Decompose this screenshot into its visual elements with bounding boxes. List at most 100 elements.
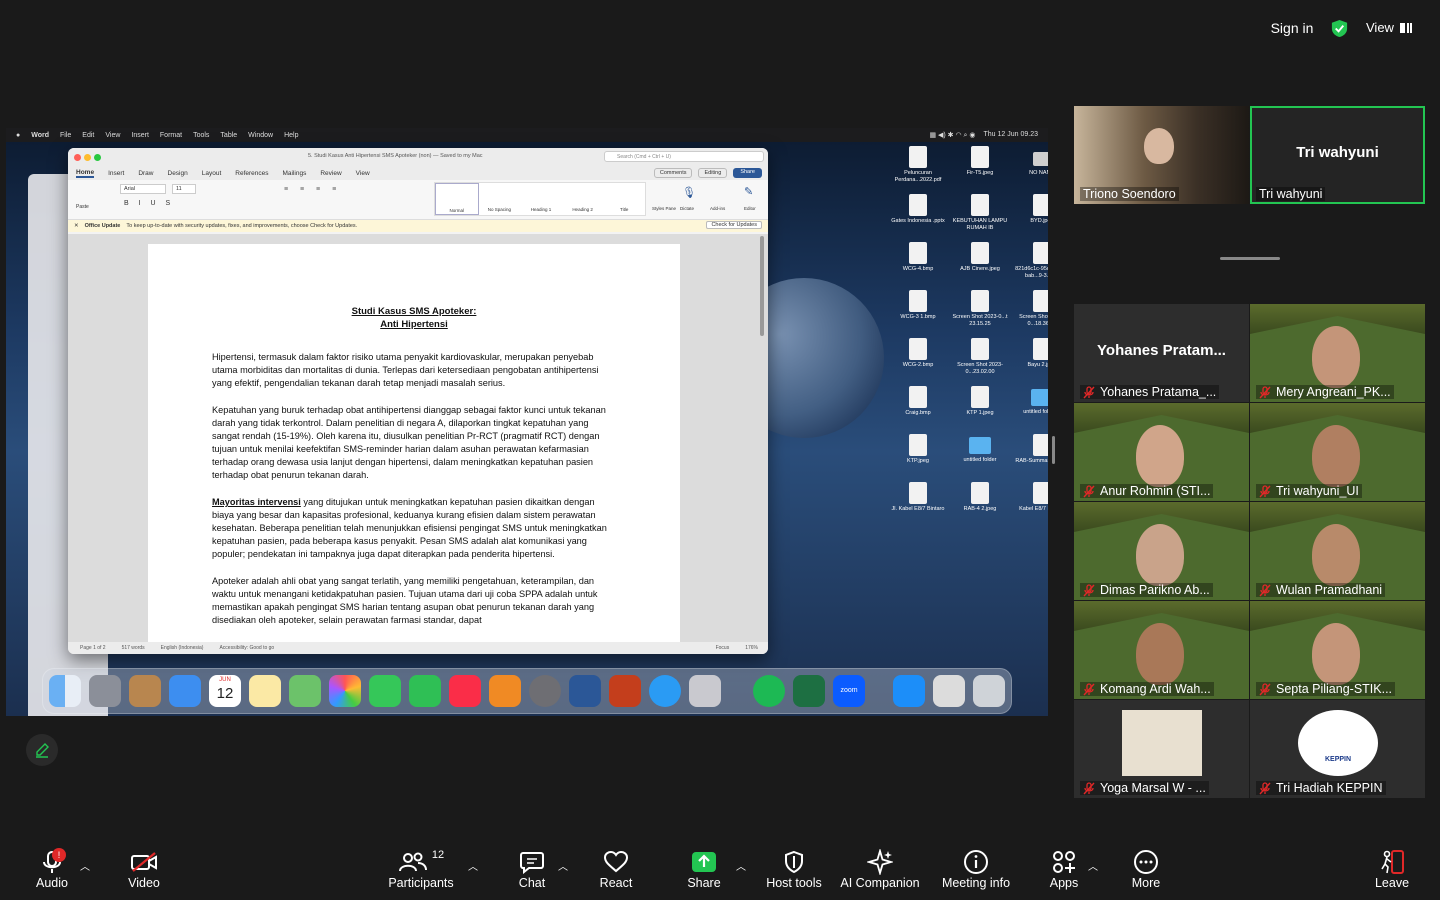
photos-icon[interactable] (329, 675, 361, 707)
mac-menu-tools[interactable]: Tools (193, 132, 209, 139)
desktop-file-icon[interactable]: Screen Shot 2023-0...t 23.15.25 (952, 290, 1008, 328)
participant-tile[interactable]: Tri wahyuni_UI (1250, 403, 1425, 501)
desktop-file-icon[interactable]: RAB-4 2.jpeg (952, 482, 1008, 513)
participant-tile[interactable]: Komang Ardi Wah... (1074, 601, 1249, 699)
desktop-file-icon[interactable]: KEBUTUHAN LAMPU RUMAH IB (952, 194, 1008, 232)
desktop-file-icon[interactable]: RAB-Summary 3.jpeg (1014, 434, 1048, 465)
participant-tile[interactable]: Wulan Pramadhani (1250, 502, 1425, 600)
messages-icon[interactable] (369, 675, 401, 707)
gallery-divider-handle[interactable] (1220, 257, 1280, 260)
desktop-file-icon[interactable]: Screen Shot 2023-0...23.02.00 (952, 338, 1008, 376)
calendar-icon[interactable]: JUN 12 (209, 675, 241, 707)
participants-button[interactable]: 12 Participants (384, 848, 458, 896)
desktop-file-icon[interactable]: NO NAME (1014, 146, 1048, 177)
mac-menu-help[interactable]: Help (284, 132, 298, 139)
zoom-dock-icon[interactable]: zoom (833, 675, 865, 707)
font-name-select[interactable]: Arial (120, 184, 166, 194)
participant-tile[interactable]: Mery Angreani_PK... (1250, 304, 1425, 402)
audio-options-caret[interactable]: ︿ (80, 858, 90, 873)
dictate-button[interactable]: Dictate (680, 206, 694, 211)
notes-icon[interactable] (249, 675, 281, 707)
tab-insert[interactable]: Insert (108, 170, 124, 177)
downloads-stack-icon[interactable] (933, 675, 965, 707)
tab-home[interactable]: Home (76, 169, 95, 178)
launchpad-icon[interactable] (89, 675, 121, 707)
app-store-icon[interactable] (893, 675, 925, 707)
desktop-file-icon[interactable]: WCG-2.bmp (890, 338, 946, 369)
share-options-caret[interactable]: ︿ (736, 858, 746, 873)
tab-design[interactable]: Design (168, 170, 188, 177)
tab-mailings[interactable]: Mailings (283, 170, 307, 177)
desktop-file-icon[interactable]: Screen Shot 2024-0...18.36.55 (1014, 290, 1048, 328)
font-size-select[interactable]: 11 (172, 184, 196, 194)
panel-resize-handle[interactable] (1052, 436, 1055, 464)
safari-icon[interactable] (649, 675, 681, 707)
style-title[interactable]: Title (603, 183, 645, 215)
desktop-file-icon[interactable]: untitled folder 2 (1014, 386, 1048, 416)
finder-icon[interactable] (49, 675, 81, 707)
close-notice-icon[interactable]: ✕ (74, 223, 79, 229)
video-button[interactable]: Video (122, 848, 166, 896)
check-for-updates-button[interactable]: Check for Updates (706, 221, 762, 229)
annotate-button[interactable] (26, 734, 58, 766)
react-button[interactable]: React (594, 848, 638, 896)
participant-tile[interactable]: Triono Soendoro (1074, 106, 1249, 204)
participant-tile[interactable]: Tri wahyuni Tri wahyuni (1250, 106, 1425, 204)
desktop-file-icon[interactable]: Gates Indonesia .pptx (890, 194, 946, 225)
mac-app-name[interactable]: Word (31, 132, 49, 139)
participant-tile[interactable]: Dimas Parikno Ab... (1074, 502, 1249, 600)
desktop-file-icon[interactable]: 821d6c1c-95d8-4540-bab...9-3.JPG (1014, 242, 1048, 280)
share-doc-button[interactable]: Share (733, 168, 762, 178)
security-shield-icon[interactable] (1330, 19, 1349, 38)
mac-menu-edit[interactable]: Edit (82, 132, 94, 139)
paragraph-buttons[interactable]: ≡ ≡ ≡ ≡ (284, 186, 341, 193)
mac-menu-view[interactable]: View (105, 132, 120, 139)
participant-tile[interactable]: Yohanes Pratam... Yohanes Pratama_... (1074, 304, 1249, 402)
tab-view[interactable]: View (356, 170, 370, 177)
desktop-file-icon[interactable]: Bayu 2.jpeg (1014, 338, 1048, 369)
tab-layout[interactable]: Layout (202, 170, 222, 177)
mac-menu-insert[interactable]: Insert (131, 132, 149, 139)
tab-references[interactable]: References (235, 170, 268, 177)
more-button[interactable]: More (1124, 848, 1168, 896)
host-tools-button[interactable]: Host tools (764, 848, 824, 896)
desktop-file-icon[interactable]: untitled folder (952, 434, 1008, 464)
chat-button[interactable]: Chat (510, 848, 554, 896)
desktop-file-icon[interactable]: Jl. Kabel E8/7 Bintaro (890, 482, 946, 513)
word-dock-icon[interactable] (569, 675, 601, 707)
facetime-icon[interactable] (409, 675, 441, 707)
word-search-input[interactable]: Search (Cmd + Ctrl + U) (604, 151, 764, 162)
tab-draw[interactable]: Draw (138, 170, 153, 177)
participant-tile[interactable]: KEPPIN Tri Hadiah KEPPIN (1250, 700, 1425, 798)
mac-menu-format[interactable]: Format (160, 132, 182, 139)
contacts-icon[interactable] (129, 675, 161, 707)
spotify-icon[interactable] (753, 675, 785, 707)
paste-button[interactable]: Paste (76, 204, 89, 210)
style-no-spacing[interactable]: No Spacing (479, 183, 521, 215)
meeting-info-button[interactable]: Meeting info (938, 848, 1014, 896)
add-ins-button[interactable]: Add-ins (710, 206, 725, 211)
desktop-file-icon[interactable]: KTP.jpeg (890, 434, 946, 465)
style-heading-2[interactable]: Heading 2 (562, 183, 604, 215)
chat-options-caret[interactable]: ︿ (558, 858, 568, 873)
style-heading-1[interactable]: Heading 1 (520, 183, 562, 215)
mac-menu-file[interactable]: File (60, 132, 71, 139)
music-icon[interactable] (449, 675, 481, 707)
participants-options-caret[interactable]: ︿ (468, 858, 478, 873)
participant-tile[interactable]: Septa Piliang-STIK... (1250, 601, 1425, 699)
participant-tile[interactable]: Yoga Marsal W - ... (1074, 700, 1249, 798)
style-normal[interactable]: Normal (435, 183, 479, 215)
minimize-window-icon[interactable] (84, 154, 91, 161)
editing-button[interactable]: Editing (698, 168, 728, 178)
ai-companion-button[interactable]: AI Companion (838, 848, 922, 896)
share-screen-button[interactable]: Share (682, 848, 726, 896)
books-icon[interactable] (489, 675, 521, 707)
document-page[interactable]: Studi Kasus SMS Apoteker: Anti Hipertens… (148, 244, 680, 654)
desktop-file-icon[interactable]: WCG-3 1.bmp (890, 290, 946, 321)
tab-review[interactable]: Review (320, 170, 341, 177)
mac-menu-window[interactable]: Window (248, 132, 273, 139)
desktop-file-icon[interactable]: BYD.jpeg (1014, 194, 1048, 225)
participant-tile[interactable]: Anur Rohmin (STI... (1074, 403, 1249, 501)
desktop-file-icon[interactable]: Peluncuran Perdana...2022.pdf (890, 146, 946, 184)
editor-button[interactable]: Editor (744, 206, 756, 211)
